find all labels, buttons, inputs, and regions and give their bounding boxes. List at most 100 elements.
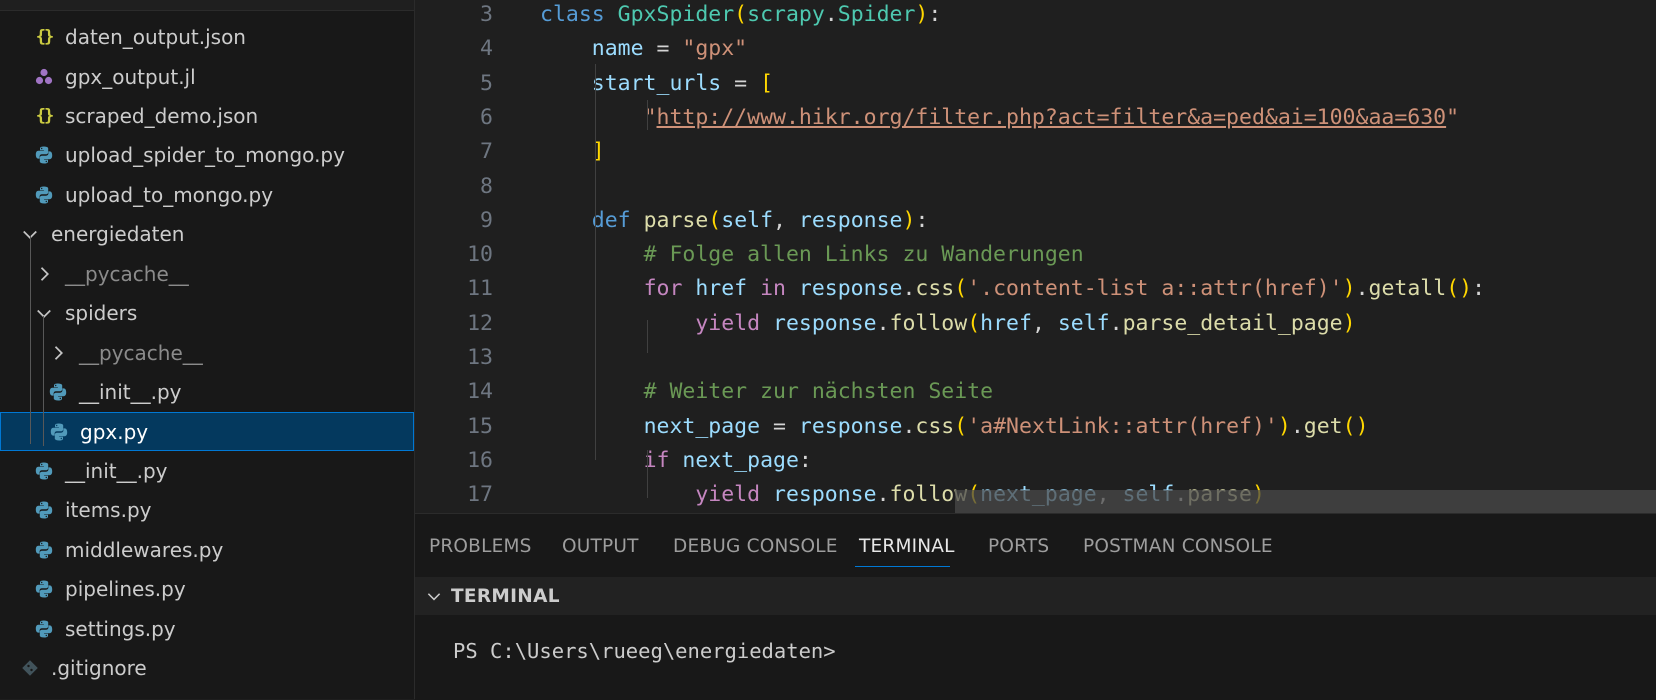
code-token: " xyxy=(643,104,657,130)
chevron-down-icon[interactable] xyxy=(425,587,443,605)
file-init-py[interactable]: __init__.py xyxy=(0,451,414,490)
code-line[interactable]: 3 class GpxSpider(scrapy.Spider): xyxy=(415,0,1656,32)
code-token: ) xyxy=(1342,276,1356,302)
terminal-section-header[interactable]: TERMINAL xyxy=(415,577,1656,615)
tree-item-label: upload_spider_to_mongo.py xyxy=(65,142,345,167)
code-editor[interactable]: 3 class GpxSpider(scrapy.Spider): 4 name =… xyxy=(415,0,1656,513)
code-line[interactable]: 16 if next_page: xyxy=(415,444,1656,478)
code-line[interactable]: 15 next_page = response.css('a#NextLink:… xyxy=(415,410,1656,444)
code-text: def parse(self, response): xyxy=(540,204,929,238)
code-token: : xyxy=(798,447,812,473)
code-line[interactable]: 5 start_urls = [ xyxy=(415,67,1656,101)
code-token: ) xyxy=(902,207,916,233)
chevron-down-icon xyxy=(33,302,55,324)
horizontal-scrollbar[interactable] xyxy=(955,490,1656,513)
indent-guide xyxy=(647,320,648,353)
code-token: get xyxy=(1303,413,1343,439)
code-token: # Folge allen Links zu Wanderungen xyxy=(643,242,1084,268)
code-token: = xyxy=(760,413,799,439)
code-line[interactable]: 12 yield response.follow(href, self.pars… xyxy=(415,307,1656,341)
indent-guide xyxy=(647,450,648,498)
json-icon: {} xyxy=(35,26,55,47)
code-token: # Weiter zur nächsten Seite xyxy=(643,379,994,405)
file-items-py[interactable]: items.py xyxy=(0,490,414,529)
folder-spiders[interactable]: spiders xyxy=(0,293,414,332)
tab-debug-console[interactable]: DEBUG CONSOLE xyxy=(673,536,838,557)
code-token: = xyxy=(643,36,683,62)
code-line[interactable]: 10 # Folge allen Links zu Wanderungen xyxy=(415,238,1656,272)
code-line[interactable]: 13 xyxy=(415,341,1656,375)
tab-problems[interactable]: PROBLEMS xyxy=(429,536,532,557)
explorer-sidebar: {} daten_output.json gpx_output.jl {} scrape… xyxy=(0,0,415,699)
code-token: : xyxy=(915,207,929,233)
python-icon xyxy=(33,460,55,482)
code-text: name = "gpx" xyxy=(540,32,747,66)
code-line[interactable]: 6 "http://www.hikr.org/filter.php?act=fi… xyxy=(415,101,1656,135)
folder-pycache[interactable]: __pycache__ xyxy=(0,333,414,372)
tree-item-label: scraped_demo.json xyxy=(65,103,259,128)
code-token: getall xyxy=(1368,276,1447,302)
line-number: 7 xyxy=(480,139,493,165)
file-upload-to-mongo-py[interactable]: upload_to_mongo.py xyxy=(0,175,414,214)
file-gpx-output-jl[interactable]: gpx_output.jl xyxy=(0,57,414,96)
terminal-prompt[interactable]: PS C:\Users\rueeg\energiedaten> xyxy=(453,639,836,663)
code-token: parse_detail_page xyxy=(1122,310,1343,336)
indent-guide xyxy=(647,100,648,130)
folder-energiedaten[interactable]: energiedaten xyxy=(0,214,414,253)
file-daten-output-json[interactable]: {} daten_output.json xyxy=(0,17,414,56)
tree-item-label: __pycache__ xyxy=(79,340,203,365)
line-number: 4 xyxy=(480,36,493,62)
git-icon xyxy=(19,657,41,679)
code-token: ) xyxy=(1277,413,1291,439)
line-number: 8 xyxy=(480,173,493,199)
tab-postman-console[interactable]: POSTMAN CONSOLE xyxy=(1083,536,1273,557)
code-line[interactable]: 7 ] xyxy=(415,135,1656,169)
line-number: 5 xyxy=(480,70,493,96)
code-token: css xyxy=(915,276,955,302)
tree-item-label: daten_output.json xyxy=(65,24,246,49)
indent-guide xyxy=(595,64,596,460)
python-icon xyxy=(33,578,55,600)
python-icon xyxy=(33,144,55,166)
python-icon xyxy=(47,381,69,403)
code-token: http://www.hikr.org/filter.php?act=filte… xyxy=(656,104,1447,130)
file-gpx-py[interactable]: gpx.py xyxy=(0,412,414,451)
tab-terminal[interactable]: TERMINAL xyxy=(859,536,955,557)
file-middlewares-py[interactable]: middlewares.py xyxy=(0,530,414,569)
code-token: response xyxy=(798,413,903,439)
file-pipelines-py[interactable]: pipelines.py xyxy=(0,569,414,608)
indent-guide xyxy=(43,316,44,446)
code-line[interactable]: 9 def parse(self, response): xyxy=(415,204,1656,238)
code-line[interactable]: 8 xyxy=(415,170,1656,204)
tab-ports[interactable]: PORTS xyxy=(988,536,1049,557)
line-number: 15 xyxy=(467,413,493,439)
file-scraped-demo-json[interactable]: {} scraped_demo.json xyxy=(0,96,414,135)
line-number: 3 xyxy=(480,2,493,27)
file-gitignore[interactable]: .gitignore xyxy=(0,648,414,687)
python-icon xyxy=(33,184,55,206)
code-token: ( xyxy=(734,2,748,27)
file-init-py[interactable]: __init__.py xyxy=(0,372,414,411)
folder-pycache[interactable]: __pycache__ xyxy=(0,254,414,293)
code-token: self xyxy=(1057,310,1110,336)
tab-output[interactable]: OUTPUT xyxy=(562,536,639,557)
file-upload-spider-to-mongo-py[interactable]: upload_spider_to_mongo.py xyxy=(0,135,414,174)
tree-item-label: energiedaten xyxy=(51,221,185,246)
code-line[interactable]: 4 name = "gpx" xyxy=(415,32,1656,66)
code-token: follow xyxy=(889,310,968,336)
code-token: self xyxy=(721,207,774,233)
chevron-right-icon xyxy=(33,263,55,285)
file-settings-py[interactable]: settings.py xyxy=(0,609,414,648)
code-text: if next_page: xyxy=(540,444,812,478)
code-line[interactable]: 14 # Weiter zur nächsten Seite xyxy=(415,375,1656,409)
code-line[interactable]: 11 for href in response.css('.content-li… xyxy=(415,272,1656,306)
code-token: GpxSpider xyxy=(617,2,735,27)
code-token: ) xyxy=(915,2,929,27)
tree-item-label: spiders xyxy=(65,300,138,325)
code-text: # Weiter zur nächsten Seite xyxy=(540,375,994,409)
tree-item-label: middlewares.py xyxy=(65,537,224,562)
